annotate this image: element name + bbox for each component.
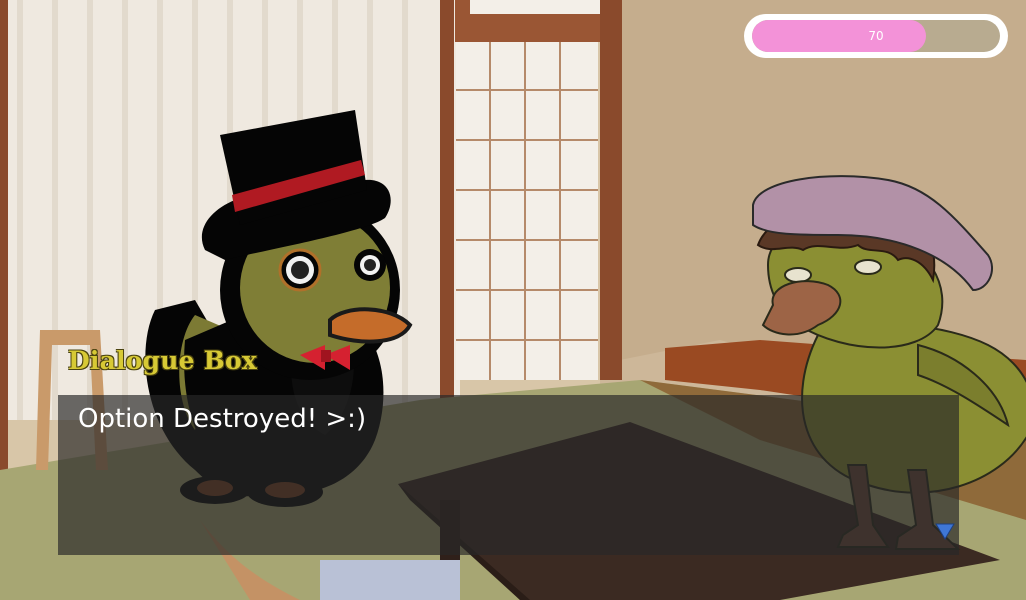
speaker-name: Dialogue Box <box>68 346 257 375</box>
game-scene[interactable]: 70 Dialogue Box Option Destroyed! >:) <box>0 0 1026 600</box>
dialogue-text: Option Destroyed! >:) <box>78 404 367 434</box>
progress-meter: 70 <box>744 14 1008 58</box>
triangle-down-icon[interactable] <box>934 520 956 542</box>
progress-value: 70 <box>868 29 884 43</box>
progress-track: 70 <box>752 20 1000 52</box>
